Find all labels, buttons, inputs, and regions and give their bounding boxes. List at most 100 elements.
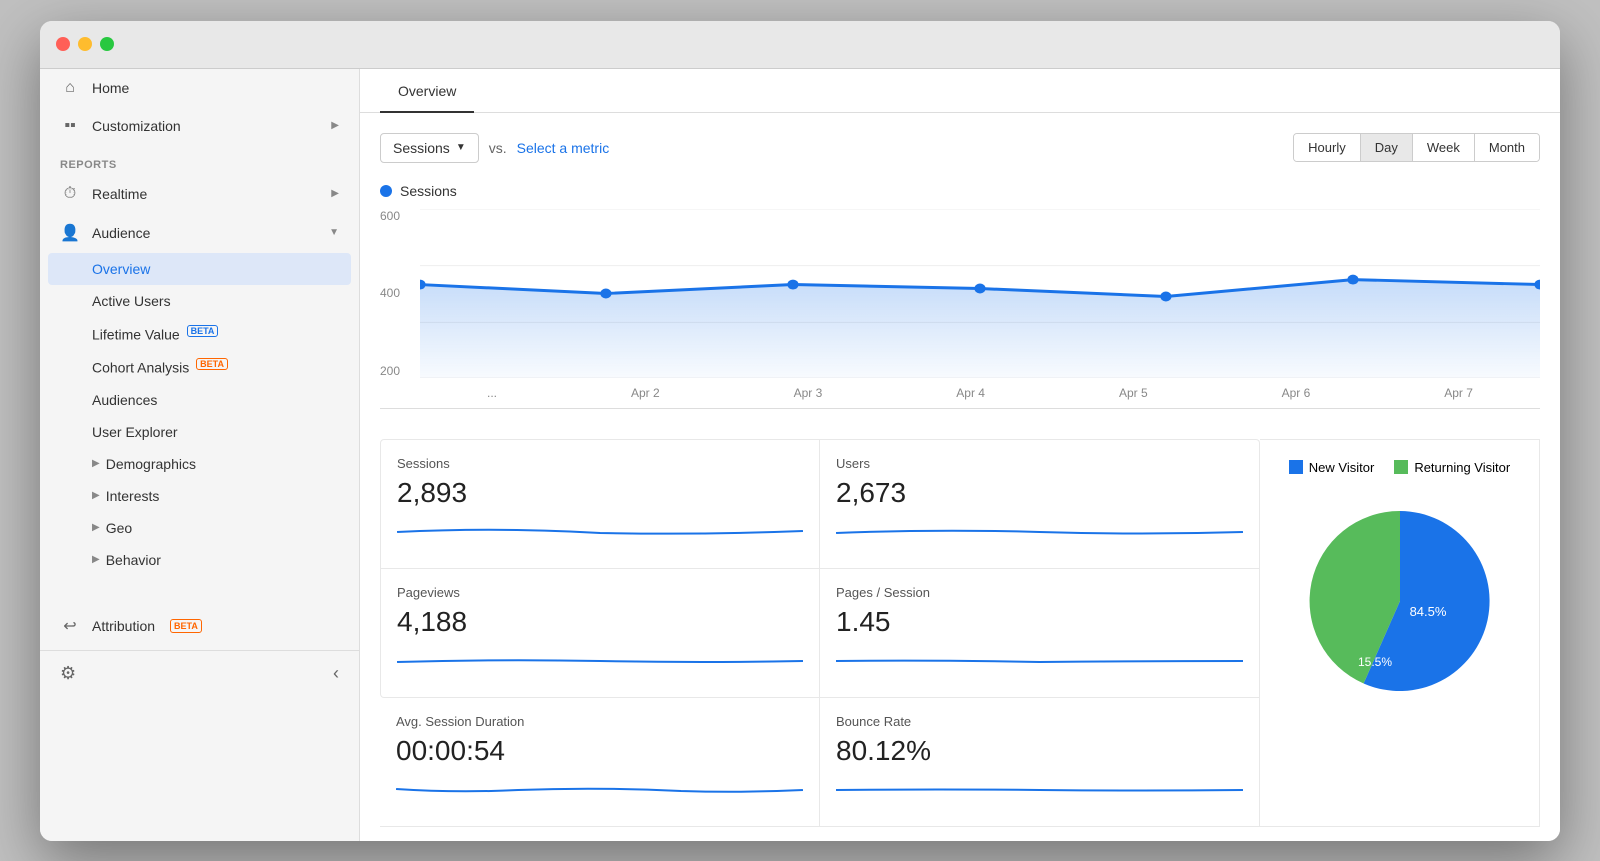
sidebar-sub-cohort[interactable]: Cohort Analysis BETA: [40, 350, 359, 384]
expand-icon: ▶: [331, 120, 339, 131]
settings-icon[interactable]: ⚙: [60, 663, 76, 684]
chart-point-3: [974, 283, 985, 293]
collapse-icon[interactable]: ‹: [333, 663, 339, 684]
sparkline-users: [836, 517, 1243, 547]
audience-label: Audience: [92, 225, 150, 241]
lifetime-value-label: Lifetime Value: [92, 326, 180, 342]
chart-area-fill: [420, 279, 1540, 377]
chart-legend: Sessions: [380, 183, 1540, 199]
titlebar: [40, 21, 1560, 69]
audience-icon: 👤: [60, 223, 80, 243]
chart-point-1: [600, 288, 611, 298]
attribution-label: Attribution: [92, 618, 155, 634]
sidebar-item-audience[interactable]: 👤 Audience ▼: [40, 213, 359, 253]
active-users-label: Active Users: [92, 293, 171, 309]
sidebar-group-geo[interactable]: ▶ Geo: [40, 512, 359, 544]
geo-label: Geo: [106, 520, 132, 536]
sidebar-group-interests[interactable]: ▶ Interests: [40, 480, 359, 512]
reports-section: REPORTS: [40, 145, 359, 175]
x-label-apr4: Apr 4: [956, 386, 985, 400]
attribution-icon: ↩: [60, 616, 80, 636]
tabs-bar: Overview: [360, 69, 1560, 113]
sidebar-item-attribution[interactable]: ↩ Attribution BETA: [40, 606, 359, 646]
overview-label: Overview: [92, 261, 150, 277]
audience-arrow: ▼: [329, 227, 339, 238]
metric-value-sessions: 2,893: [397, 477, 803, 509]
select-metric-link[interactable]: Select a metric: [517, 140, 610, 156]
time-btn-day[interactable]: Day: [1361, 134, 1413, 161]
dropdown-arrow: ▼: [456, 142, 466, 153]
chart-container: 600 400 200: [380, 209, 1540, 409]
sessions-dropdown-label: Sessions: [393, 140, 450, 156]
metric-card-avg-session: Avg. Session Duration 00:00:54: [380, 698, 820, 827]
metric-card-bounce: Bounce Rate 80.12%: [820, 698, 1260, 827]
sidebar-footer: ⚙ ‹: [40, 650, 359, 696]
pie-legend: New Visitor Returning Visitor: [1289, 460, 1510, 475]
tab-overview[interactable]: Overview: [380, 69, 474, 113]
x-label-apr6: Apr 6: [1282, 386, 1311, 400]
sparkline-bounce: [836, 775, 1243, 805]
time-btn-week[interactable]: Week: [1413, 134, 1475, 161]
metric-title-bounce: Bounce Rate: [836, 714, 1243, 729]
metric-card-pageviews: Pageviews 4,188: [380, 569, 820, 698]
metrics-grid: Sessions 2,893 Users 2,673: [380, 439, 1540, 827]
chart-point-4: [1160, 291, 1171, 301]
geo-arrow: ▶: [92, 522, 100, 533]
pie-legend-returning: Returning Visitor: [1394, 460, 1510, 475]
sidebar-sub-overview[interactable]: Overview: [48, 253, 351, 285]
metric-value-pages-session: 1.45: [836, 606, 1243, 638]
metric-title-users: Users: [836, 456, 1243, 471]
sidebar-sub-audiences[interactable]: Audiences: [40, 384, 359, 416]
sparkline-pageviews: [397, 646, 803, 676]
interests-label: Interests: [106, 488, 160, 504]
time-btn-month[interactable]: Month: [1475, 134, 1539, 161]
pie-legend-new: New Visitor: [1289, 460, 1375, 475]
user-explorer-label: User Explorer: [92, 424, 178, 440]
chart-x-labels: ... Apr 2 Apr 3 Apr 4 Apr 5 Apr 6 Apr 7: [420, 378, 1540, 408]
sparkline-pages-session: [836, 646, 1243, 676]
cohort-analysis-label: Cohort Analysis: [92, 360, 189, 376]
pie-label-returning: 15.5%: [1357, 655, 1391, 669]
metric-title-avg-session: Avg. Session Duration: [396, 714, 803, 729]
sidebar-group-demographics[interactable]: ▶ Demographics: [40, 448, 359, 480]
sessions-dropdown[interactable]: Sessions ▼: [380, 133, 479, 163]
chart-svg-wrapper: [420, 209, 1540, 378]
sparkline-avg-session: [396, 775, 803, 805]
sessions-legend-label: Sessions: [400, 183, 457, 199]
sidebar-item-realtime[interactable]: ⏱ Realtime ▶: [40, 175, 359, 213]
sidebar-sub-user-explorer[interactable]: User Explorer: [40, 416, 359, 448]
chart-point-2: [787, 279, 798, 289]
pie-section: New Visitor Returning Visitor: [1260, 439, 1540, 827]
demographics-label: Demographics: [106, 456, 196, 472]
chart-area: Sessions 600 400 200: [380, 183, 1540, 409]
y-label-400: 400: [380, 286, 400, 300]
interests-arrow: ▶: [92, 490, 100, 501]
sidebar-group-behavior[interactable]: ▶ Behavior: [40, 544, 359, 576]
metric-card-sessions: Sessions 2,893: [380, 439, 820, 569]
pie-chart-svg: 84.5% 15.5%: [1290, 491, 1510, 711]
time-btn-hourly[interactable]: Hourly: [1294, 134, 1361, 161]
metric-title-pages-session: Pages / Session: [836, 585, 1243, 600]
x-label-apr2: Apr 2: [631, 386, 660, 400]
sidebar-item-customization[interactable]: ▪▪ Customization ▶: [40, 107, 359, 145]
x-label-apr5: Apr 5: [1119, 386, 1148, 400]
sidebar-sub-active-users[interactable]: Active Users: [40, 285, 359, 317]
sidebar-sub-lifetime-value[interactable]: Lifetime Value BETA: [40, 317, 359, 351]
close-button[interactable]: [56, 37, 70, 51]
pie-legend-new-color: [1289, 460, 1303, 474]
metric-title-sessions: Sessions: [397, 456, 803, 471]
customization-label: Customization: [92, 118, 181, 134]
minimize-button[interactable]: [78, 37, 92, 51]
sidebar-item-home[interactable]: ⌂ Home: [40, 69, 359, 107]
grid-icon: ▪▪: [60, 117, 80, 135]
x-label-apr3: Apr 3: [794, 386, 823, 400]
home-icon: ⌂: [60, 79, 80, 97]
realtime-label: Realtime: [92, 186, 147, 202]
behavior-label: Behavior: [106, 552, 161, 568]
pie-label-new: 84.5%: [1409, 604, 1446, 619]
cohort-beta-badge: BETA: [196, 358, 228, 370]
app-window: ⌂ Home ▪▪ Customization ▶ REPORTS ⏱ Real…: [40, 21, 1560, 841]
attribution-beta-badge: BETA: [170, 619, 202, 634]
maximize-button[interactable]: [100, 37, 114, 51]
sessions-legend-dot: [380, 185, 392, 197]
